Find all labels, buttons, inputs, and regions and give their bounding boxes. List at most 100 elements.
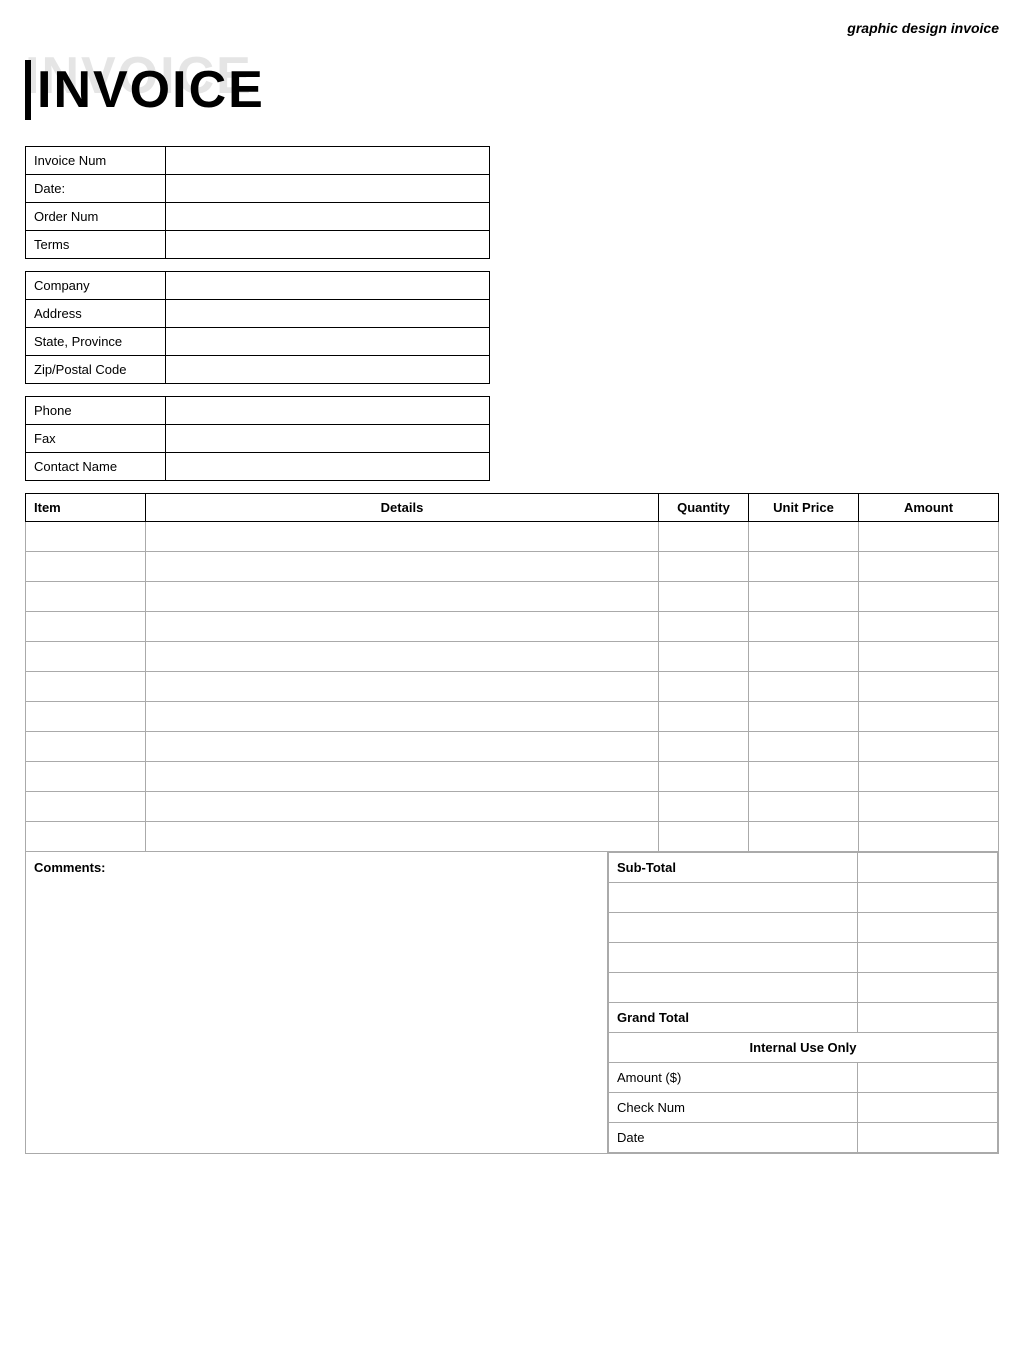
items-table: Item Details Quantity Unit Price Amount xyxy=(25,493,999,852)
unit-price-cell-0[interactable] xyxy=(749,522,859,552)
company-info-value-2[interactable] xyxy=(165,328,489,356)
company-info-label-3: Zip/Postal Code xyxy=(26,356,166,384)
subtotal-value[interactable] xyxy=(858,853,998,883)
company-info-row: Address xyxy=(26,300,490,328)
amount-cell-8[interactable] xyxy=(859,762,999,792)
quantity-cell-0[interactable] xyxy=(659,522,749,552)
subtotal-label: Sub-Total xyxy=(609,853,858,883)
internal-use-header-row: Internal Use Only xyxy=(609,1033,998,1063)
details-cell-3[interactable] xyxy=(146,612,659,642)
item-cell-9[interactable] xyxy=(26,792,146,822)
item-cell-3[interactable] xyxy=(26,612,146,642)
item-cell-8[interactable] xyxy=(26,762,146,792)
item-cell-4[interactable] xyxy=(26,642,146,672)
details-cell-0[interactable] xyxy=(146,522,659,552)
amount-cell-0[interactable] xyxy=(859,522,999,552)
contact-info-label-1: Fax xyxy=(26,425,166,453)
quantity-cell-6[interactable] xyxy=(659,702,749,732)
quantity-cell-9[interactable] xyxy=(659,792,749,822)
contact-info-value-2[interactable] xyxy=(165,453,489,481)
extra-label-1[interactable] xyxy=(609,913,858,943)
table-row xyxy=(26,732,999,762)
invoice-info-value-2[interactable] xyxy=(165,203,489,231)
amount-cell-3[interactable] xyxy=(859,612,999,642)
details-cell-1[interactable] xyxy=(146,552,659,582)
item-cell-0[interactable] xyxy=(26,522,146,552)
extra-value-0[interactable] xyxy=(858,883,998,913)
invoice-info-row: Date: xyxy=(26,175,490,203)
extra-label-3[interactable] xyxy=(609,973,858,1003)
invoice-info-value-1[interactable] xyxy=(165,175,489,203)
extra-label-0[interactable] xyxy=(609,883,858,913)
details-cell-6[interactable] xyxy=(146,702,659,732)
item-cell-10[interactable] xyxy=(26,822,146,852)
table-row xyxy=(26,792,999,822)
internal-value-0[interactable] xyxy=(858,1063,998,1093)
extra-value-3[interactable] xyxy=(858,973,998,1003)
quantity-cell-5[interactable] xyxy=(659,672,749,702)
amount-cell-10[interactable] xyxy=(859,822,999,852)
extra-value-2[interactable] xyxy=(858,943,998,973)
internal-use-header: Internal Use Only xyxy=(609,1033,998,1063)
amount-header: Amount xyxy=(859,494,999,522)
invoice-info-value-3[interactable] xyxy=(165,231,489,259)
amount-cell-7[interactable] xyxy=(859,732,999,762)
company-info-label-0: Company xyxy=(26,272,166,300)
internal-value-2[interactable] xyxy=(858,1123,998,1153)
item-cell-5[interactable] xyxy=(26,672,146,702)
quantity-cell-1[interactable] xyxy=(659,552,749,582)
invoice-info-label-0: Invoice Num xyxy=(26,147,166,175)
contact-info-value-0[interactable] xyxy=(165,397,489,425)
page-subtitle: graphic design invoice xyxy=(847,20,999,36)
item-cell-1[interactable] xyxy=(26,552,146,582)
item-cell-6[interactable] xyxy=(26,702,146,732)
details-cell-2[interactable] xyxy=(146,582,659,612)
unit-price-cell-6[interactable] xyxy=(749,702,859,732)
item-cell-7[interactable] xyxy=(26,732,146,762)
company-info-value-3[interactable] xyxy=(165,356,489,384)
unit-price-cell-1[interactable] xyxy=(749,552,859,582)
grand-total-value[interactable] xyxy=(858,1003,998,1033)
amount-cell-5[interactable] xyxy=(859,672,999,702)
company-info-value-0[interactable] xyxy=(165,272,489,300)
items-section: Item Details Quantity Unit Price Amount xyxy=(25,493,999,852)
unit-price-cell-4[interactable] xyxy=(749,642,859,672)
invoice-info-label-1: Date: xyxy=(26,175,166,203)
amount-cell-2[interactable] xyxy=(859,582,999,612)
unit-price-cell-5[interactable] xyxy=(749,672,859,702)
extra-label-2[interactable] xyxy=(609,943,858,973)
quantity-cell-3[interactable] xyxy=(659,612,749,642)
invoice-info-row: Order Num xyxy=(26,203,490,231)
amount-cell-6[interactable] xyxy=(859,702,999,732)
quantity-cell-4[interactable] xyxy=(659,642,749,672)
internal-value-1[interactable] xyxy=(858,1093,998,1123)
quantity-cell-8[interactable] xyxy=(659,762,749,792)
details-cell-9[interactable] xyxy=(146,792,659,822)
details-cell-5[interactable] xyxy=(146,672,659,702)
details-cell-10[interactable] xyxy=(146,822,659,852)
invoice-info-label-3: Terms xyxy=(26,231,166,259)
contact-info-value-1[interactable] xyxy=(165,425,489,453)
unit-price-cell-9[interactable] xyxy=(749,792,859,822)
quantity-cell-2[interactable] xyxy=(659,582,749,612)
quantity-cell-10[interactable] xyxy=(659,822,749,852)
unit-price-cell-7[interactable] xyxy=(749,732,859,762)
invoice-title-wrapper: INVOICE INVOICE xyxy=(25,46,999,126)
amount-cell-4[interactable] xyxy=(859,642,999,672)
unit-price-cell-3[interactable] xyxy=(749,612,859,642)
details-cell-4[interactable] xyxy=(146,642,659,672)
unit-price-cell-10[interactable] xyxy=(749,822,859,852)
totals-table: Sub-Total Grand Total Internal Use Only … xyxy=(608,852,998,1153)
company-info-value-1[interactable] xyxy=(165,300,489,328)
details-cell-8[interactable] xyxy=(146,762,659,792)
items-table-header-row: Item Details Quantity Unit Price Amount xyxy=(26,494,999,522)
invoice-info-value-0[interactable] xyxy=(165,147,489,175)
unit-price-cell-2[interactable] xyxy=(749,582,859,612)
amount-cell-1[interactable] xyxy=(859,552,999,582)
details-cell-7[interactable] xyxy=(146,732,659,762)
amount-cell-9[interactable] xyxy=(859,792,999,822)
quantity-cell-7[interactable] xyxy=(659,732,749,762)
unit-price-cell-8[interactable] xyxy=(749,762,859,792)
item-cell-2[interactable] xyxy=(26,582,146,612)
extra-value-1[interactable] xyxy=(858,913,998,943)
